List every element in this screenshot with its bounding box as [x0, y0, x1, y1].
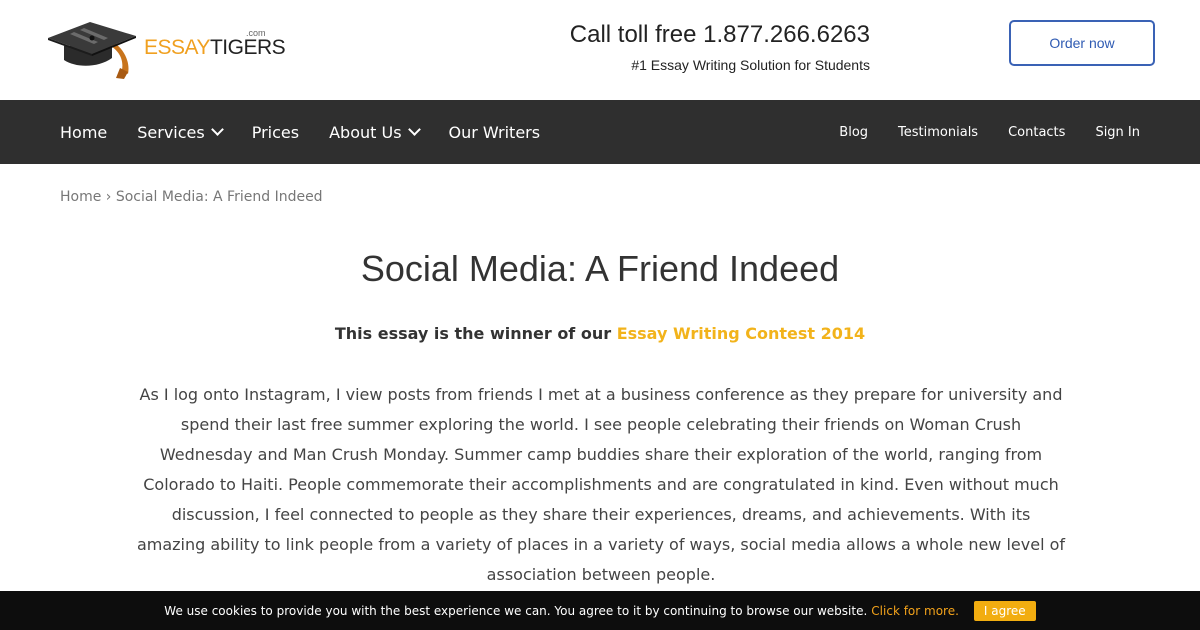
tagline: #1 Essay Writing Solution for Students — [631, 57, 870, 73]
secondary-nav: Blog Testimonials Contacts Sign In — [809, 100, 1140, 164]
nav-item-services[interactable]: Services — [137, 122, 224, 142]
cookie-more-link[interactable]: Click for more. — [871, 604, 959, 618]
logo-essay-text: ESSAY — [144, 36, 210, 59]
cookie-banner: We use cookies to provide you with the b… — [0, 591, 1200, 630]
nav-item-prices[interactable]: Prices — [252, 123, 299, 142]
primary-nav: Home Services Prices About Us Our Writer… — [60, 100, 570, 164]
nav-item-our-writers[interactable]: Our Writers — [449, 123, 541, 142]
nav-link-blog[interactable]: Blog — [839, 125, 868, 140]
contest-winner-note: This essay is the winner of our Essay Wr… — [0, 324, 1200, 343]
breadcrumb: Home › Social Media: A Friend Indeed — [60, 189, 323, 205]
cookie-message: We use cookies to provide you with the b… — [164, 603, 868, 618]
winner-prefix: This essay is the winner of our — [334, 324, 612, 343]
nav-link-contacts[interactable]: Contacts — [1008, 125, 1065, 140]
phone-number[interactable]: Call toll free 1.877.266.6263 — [570, 21, 870, 49]
page-title: Social Media: A Friend Indeed — [360, 248, 840, 289]
site-header: .com ESSAYTIGERS Call toll free 1.877.26… — [0, 0, 1200, 100]
main-nav: Home Services Prices About Us Our Writer… — [0, 100, 1200, 164]
chevron-down-icon — [407, 123, 421, 136]
nav-item-about-us[interactable]: About Us — [329, 122, 421, 142]
chevron-down-icon — [210, 123, 224, 136]
article-paragraph: As I log onto Instagram, I view posts fr… — [136, 385, 1066, 584]
contest-link[interactable]: Essay Writing Contest 2014 — [617, 324, 865, 343]
nav-item-label: Services — [137, 122, 205, 142]
logo-tigers-text: TIGERS — [209, 36, 286, 59]
breadcrumb-current: Social Media: A Friend Indeed — [115, 189, 323, 205]
cookie-agree-button[interactable]: I agree — [973, 600, 1036, 621]
nav-item-label: About Us — [329, 122, 402, 142]
nav-link-sign-in[interactable]: Sign In — [1095, 125, 1140, 140]
nav-item-label: Our Writers — [448, 122, 541, 142]
logo-wordmark: ESSAYTIGERS — [144, 36, 286, 60]
order-now-button[interactable]: Order now — [1009, 20, 1155, 66]
nav-link-testimonials[interactable]: Testimonials — [898, 125, 978, 140]
nav-item-label: Home — [60, 122, 108, 142]
graduation-cap-icon — [48, 22, 136, 79]
nav-item-home[interactable]: Home — [60, 123, 107, 142]
breadcrumb-separator: › — [105, 189, 112, 205]
breadcrumb-home-link[interactable]: Home — [60, 189, 101, 205]
site-logo[interactable]: .com ESSAYTIGERS — [46, 18, 286, 80]
nav-item-label: Prices — [251, 122, 300, 142]
